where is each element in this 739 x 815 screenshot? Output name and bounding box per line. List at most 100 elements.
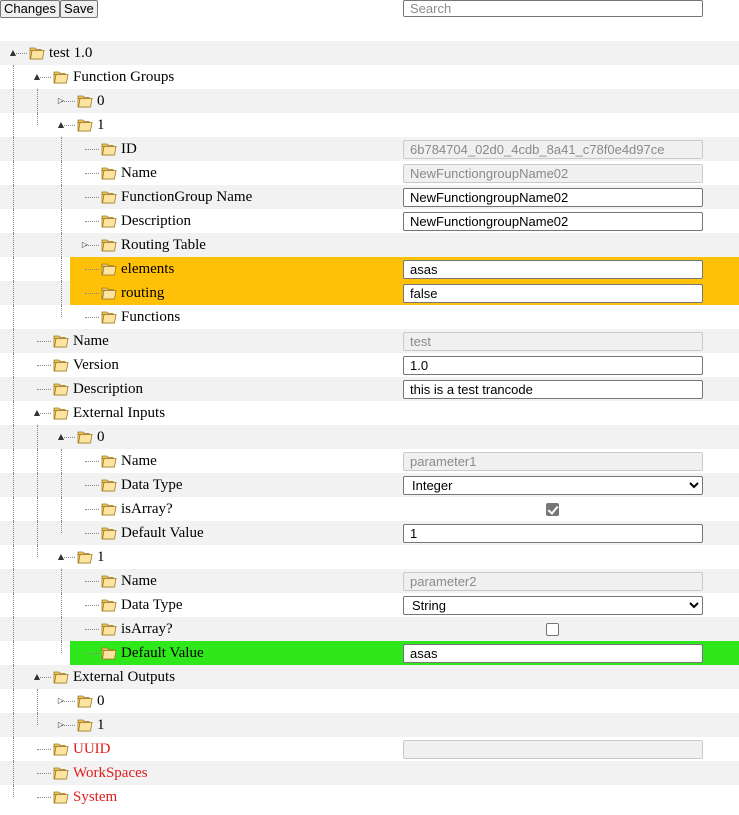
node-label-default-value: Default Value	[121, 645, 204, 661]
tree-connector	[85, 293, 99, 294]
search-input[interactable]	[403, 0, 703, 17]
tree-guide	[13, 569, 14, 593]
node-label-0[interactable]: 0	[97, 427, 105, 447]
folder-icon	[77, 94, 93, 108]
collapse-icon[interactable]: ▲	[56, 116, 66, 134]
expand-icon[interactable]: ▷	[80, 236, 90, 254]
tree-guide	[37, 545, 38, 557]
elements-field[interactable]	[403, 260, 703, 279]
node-label-external-inputs[interactable]: External Inputs	[73, 403, 165, 423]
description-field[interactable]	[403, 380, 703, 399]
folder-icon	[101, 310, 117, 324]
tree-guide	[37, 521, 38, 545]
routing-field[interactable]	[403, 284, 703, 303]
tree-guide	[37, 689, 38, 713]
node-label-routing-table[interactable]: Routing Table	[121, 235, 206, 255]
folder-icon	[101, 502, 117, 516]
tree-guide	[13, 137, 14, 161]
node-label-function-groups[interactable]: Function Groups	[73, 67, 174, 87]
tree-guide	[13, 329, 14, 353]
version-field[interactable]	[403, 356, 703, 375]
node-label-external-outputs[interactable]: External Outputs	[73, 667, 175, 687]
tree-guide	[13, 281, 14, 305]
collapse-icon[interactable]: ▲	[32, 68, 42, 86]
tree-row: ▲ 1	[0, 545, 739, 569]
tree-row: Default Value	[0, 641, 739, 665]
tree-guide	[13, 89, 14, 113]
description-field[interactable]	[403, 212, 703, 231]
name-field	[403, 452, 703, 471]
tree-connector	[37, 773, 51, 774]
tree-guide	[13, 785, 14, 797]
node-label-0[interactable]: 0	[97, 91, 105, 111]
tree-guide	[61, 593, 62, 617]
node-label-functions: Functions	[121, 309, 181, 325]
tree-guide	[37, 425, 38, 449]
is-array-checkbox[interactable]	[546, 503, 559, 516]
folder-icon	[53, 742, 69, 756]
tree-guide	[13, 305, 14, 329]
collapse-icon[interactable]: ▲	[56, 428, 66, 446]
functiongroup-name-field[interactable]	[403, 188, 703, 207]
node-label-name: Name	[121, 573, 157, 589]
tree-guide	[61, 281, 62, 305]
tree-row: ▲ 1	[0, 113, 739, 137]
expand-icon[interactable]: ▷	[56, 692, 66, 710]
default-value-field[interactable]	[403, 644, 703, 663]
folder-icon	[101, 454, 117, 468]
node-label-1[interactable]: 1	[97, 115, 105, 135]
folder-icon	[101, 598, 117, 612]
save-button[interactable]: Save	[60, 0, 98, 18]
folder-icon	[53, 790, 69, 804]
data-type-select[interactable]: String	[403, 596, 703, 615]
collapse-icon[interactable]: ▲	[32, 668, 42, 686]
tree-guide	[61, 617, 62, 641]
node-label-default-value: Default Value	[121, 525, 204, 541]
data-type-select[interactable]: Integer	[403, 476, 703, 495]
collapse-icon[interactable]: ▲	[56, 548, 66, 566]
folder-icon	[77, 118, 93, 132]
tree-connector	[37, 341, 51, 342]
is-array-checkbox[interactable]	[546, 623, 559, 636]
node-label-0[interactable]: 0	[97, 691, 105, 711]
folder-icon	[53, 70, 69, 84]
tree-guide	[37, 113, 38, 125]
node-label-1[interactable]: 1	[97, 715, 105, 735]
tree-guide	[13, 65, 14, 89]
tree-row: ▲ 0	[0, 425, 739, 449]
tree-connector	[37, 749, 51, 750]
id-field	[403, 140, 703, 159]
tree-guide	[61, 521, 62, 533]
tree-guide	[37, 497, 38, 521]
node-label-uuid: UUID	[73, 741, 111, 757]
collapse-icon[interactable]: ▲	[8, 44, 18, 62]
tree-connector	[85, 485, 99, 486]
tree-row: Name	[0, 329, 739, 353]
tree-row: Name	[0, 161, 739, 185]
expand-icon[interactable]: ▷	[56, 716, 66, 734]
folder-icon	[101, 166, 117, 180]
tree-guide	[61, 473, 62, 497]
default-value-field[interactable]	[403, 524, 703, 543]
tree-row: ▲ External Outputs	[0, 665, 739, 689]
changes-button[interactable]: Changes	[0, 0, 61, 18]
expand-icon[interactable]: ▷	[56, 92, 66, 110]
tree-guide	[13, 377, 14, 401]
collapse-icon[interactable]: ▲	[32, 404, 42, 422]
tree-guide	[13, 209, 14, 233]
folder-icon	[101, 142, 117, 156]
tree-connector	[37, 365, 51, 366]
folder-icon	[101, 262, 117, 276]
node-label-version: Version	[73, 357, 119, 373]
tree-guide	[13, 761, 14, 785]
tree-guide	[61, 209, 62, 233]
tree-guide	[13, 401, 14, 425]
tree-guide	[61, 449, 62, 473]
tree-connector	[85, 149, 99, 150]
tree-guide	[61, 569, 62, 593]
tree-row: isArray?	[0, 617, 739, 641]
tree-connector	[85, 629, 99, 630]
node-label-1[interactable]: 1	[97, 547, 105, 567]
folder-icon	[101, 478, 117, 492]
node-label-test-1-0[interactable]: test 1.0	[49, 43, 92, 63]
